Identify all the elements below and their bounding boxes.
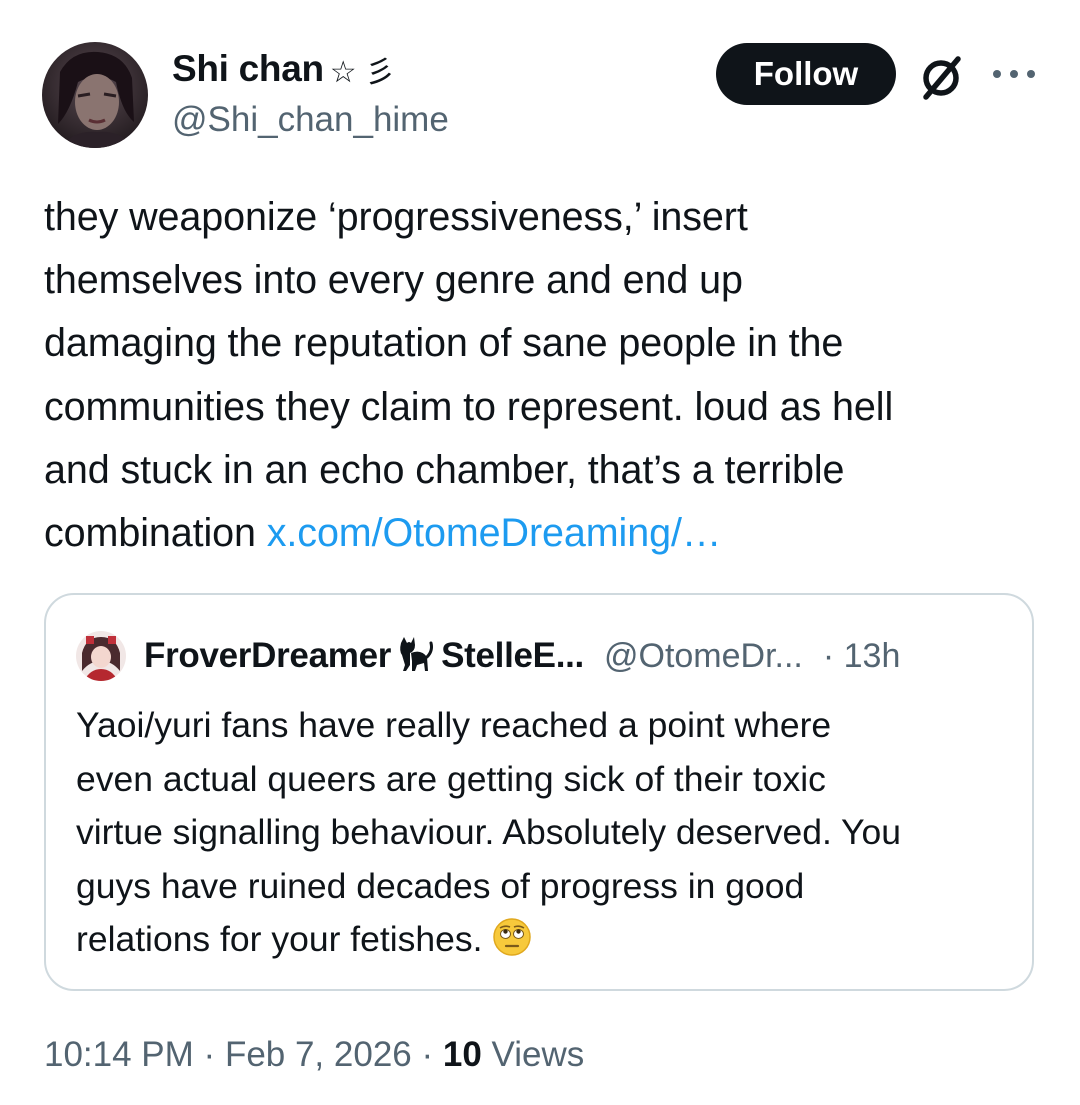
more-options-icon[interactable] bbox=[990, 62, 1038, 86]
views-count: 10 bbox=[442, 1035, 482, 1074]
black-cat-icon bbox=[395, 635, 435, 677]
author-name-row[interactable]: Shi chan ☆ 彡 bbox=[172, 46, 395, 92]
meta-separator: · bbox=[203, 1035, 216, 1074]
author-handle[interactable]: @Shi_chan_hime bbox=[172, 100, 449, 140]
views-label: Views bbox=[491, 1035, 585, 1074]
quote-author-name-suffix[interactable]: StelleE... bbox=[441, 636, 584, 676]
tweet-time[interactable]: 10:14 PM bbox=[44, 1035, 194, 1074]
quote-text: Yaoi/yuri fans have really reached a poi… bbox=[76, 699, 1016, 967]
grok-icon[interactable] bbox=[914, 52, 970, 102]
quote-author-name[interactable]: FroverDreamer bbox=[144, 636, 391, 676]
meta-separator-2: · bbox=[421, 1035, 434, 1074]
tweet-date[interactable]: Feb 7, 2026 bbox=[225, 1035, 412, 1074]
avatar-image bbox=[42, 42, 148, 148]
tweet-meta: 10:14 PM · Feb 7, 2026 · 10 Views bbox=[44, 1035, 584, 1085]
quote-timestamp[interactable]: · 13h bbox=[823, 637, 901, 676]
quote-author-handle[interactable]: @OtomeDr... bbox=[604, 637, 803, 676]
tweet-link[interactable]: x.com/OtomeDreaming/… bbox=[267, 511, 722, 555]
quoted-tweet-card[interactable]: FroverDreamer StelleE... @OtomeDr... · 1… bbox=[44, 593, 1034, 991]
author-avatar[interactable] bbox=[42, 42, 148, 148]
follow-button[interactable]: Follow bbox=[716, 43, 896, 105]
tweet-body: they weaponize ‘progressiveness,’ insert… bbox=[44, 195, 894, 556]
quote-header: FroverDreamer StelleE... @OtomeDr... · 1… bbox=[76, 629, 900, 683]
quote-body: Yaoi/yuri fans have really reached a poi… bbox=[76, 705, 901, 959]
quote-author-avatar[interactable] bbox=[76, 631, 126, 681]
tweet-text: they weaponize ‘progressiveness,’ insert… bbox=[44, 186, 1044, 565]
tweet-header: Shi chan ☆ 彡 @Shi_chan_hime Follow bbox=[0, 0, 1080, 170]
face-with-rolling-eyes-icon bbox=[492, 917, 532, 957]
author-display-name[interactable]: Shi chan bbox=[172, 48, 324, 90]
name-decoration: ☆ 彡 bbox=[329, 56, 396, 89]
